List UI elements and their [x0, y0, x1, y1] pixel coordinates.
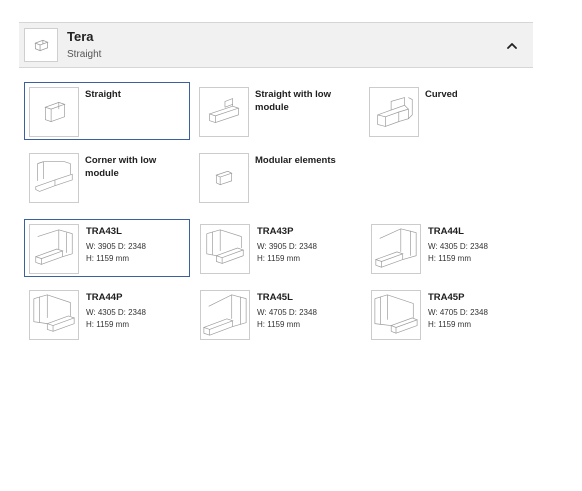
product-name: TRA44L [428, 226, 464, 237]
type-option-modular-elements[interactable]: Modular elements [194, 148, 360, 206]
product-height: H: 1159 mm [257, 320, 300, 329]
product-width-depth: W: 4305 D: 2348 [428, 242, 488, 251]
tra44l-icon [371, 224, 421, 274]
product-height: H: 1159 mm [428, 320, 471, 329]
type-option-straight[interactable]: Straight [24, 82, 190, 140]
curved-icon [369, 87, 419, 137]
tra43p-icon [200, 224, 250, 274]
product-card-tra45p[interactable]: TRA45P W: 4705 D: 2348 H: 1159 mm [366, 285, 532, 343]
product-card-tra44l[interactable]: TRA44L W: 4305 D: 2348 H: 1159 mm [366, 219, 532, 277]
product-name: TRA45P [428, 292, 465, 303]
straight-low-module-icon [199, 87, 249, 137]
product-width-depth: W: 4305 D: 2348 [86, 308, 146, 317]
type-option-label: Corner with low module [85, 155, 157, 179]
product-width-depth: W: 4705 D: 2348 [428, 308, 488, 317]
product-height: H: 1159 mm [257, 254, 300, 263]
tra45l-icon [200, 290, 250, 340]
product-dimensions: W: 4705 D: 2348 H: 1159 mm [428, 307, 488, 331]
type-option-label: Curved [425, 89, 458, 100]
product-height: H: 1159 mm [86, 320, 129, 329]
product-dimensions: W: 4705 D: 2348 H: 1159 mm [257, 307, 317, 331]
product-height: H: 1159 mm [86, 254, 129, 263]
product-width-depth: W: 4705 D: 2348 [257, 308, 317, 317]
type-option-curved[interactable]: Curved [364, 82, 530, 140]
type-option-label: Straight [85, 89, 121, 100]
product-width-depth: W: 3905 D: 2348 [257, 242, 317, 251]
corner-low-module-icon [29, 153, 79, 203]
product-dimensions: W: 4305 D: 2348 H: 1159 mm [86, 307, 146, 331]
product-name: TRA43L [86, 226, 122, 237]
product-dimensions: W: 4305 D: 2348 H: 1159 mm [428, 241, 488, 265]
product-card-tra43p[interactable]: TRA43P W: 3905 D: 2348 H: 1159 mm [195, 219, 361, 277]
modular-elements-icon [199, 153, 249, 203]
family-title: Tera [67, 29, 94, 44]
tra45p-icon [371, 290, 421, 340]
product-family-header[interactable]: Tera Straight [19, 22, 533, 68]
product-name: TRA45L [257, 292, 293, 303]
type-option-label: Modular elements [255, 155, 336, 166]
chevron-up-icon[interactable] [505, 39, 519, 53]
product-card-tra44p[interactable]: TRA44P W: 4305 D: 2348 H: 1159 mm [24, 285, 190, 343]
tra43l-icon [29, 224, 79, 274]
product-width-depth: W: 3905 D: 2348 [86, 242, 146, 251]
type-option-label: Straight with low module [255, 89, 331, 113]
type-option-straight-low-module[interactable]: Straight with low module [194, 82, 360, 140]
product-card-tra43l[interactable]: TRA43L W: 3905 D: 2348 H: 1159 mm [24, 219, 190, 277]
family-subtitle: Straight [67, 49, 102, 60]
straight-module-icon [24, 28, 58, 62]
product-dimensions: W: 3905 D: 2348 H: 1159 mm [257, 241, 317, 265]
product-height: H: 1159 mm [428, 254, 471, 263]
tra44p-icon [29, 290, 79, 340]
product-name: TRA44P [86, 292, 123, 303]
product-dimensions: W: 3905 D: 2348 H: 1159 mm [86, 241, 146, 265]
product-name: TRA43P [257, 226, 294, 237]
straight-icon [29, 87, 79, 137]
type-option-corner-low-module[interactable]: Corner with low module [24, 148, 190, 206]
product-card-tra45l[interactable]: TRA45L W: 4705 D: 2348 H: 1159 mm [195, 285, 361, 343]
